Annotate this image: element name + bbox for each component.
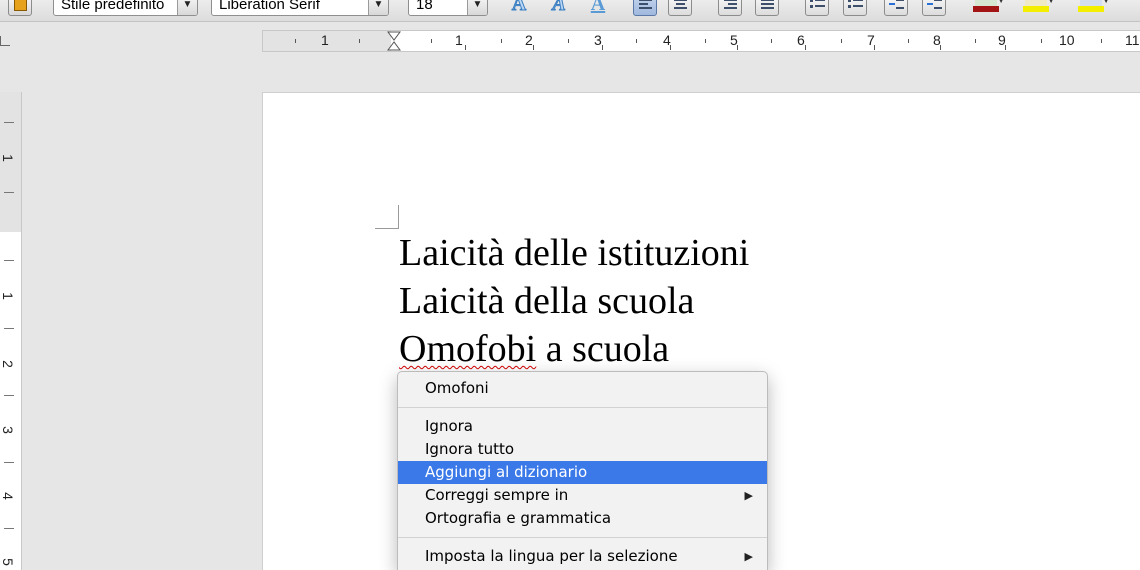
highlight-color-swatch — [1023, 6, 1049, 12]
menu-item-label: Correggi sempre in — [425, 486, 569, 504]
shadow-font-button[interactable]: A — [547, 0, 571, 15]
align-right-button[interactable] — [718, 0, 742, 16]
outline-font-icon: A — [511, 0, 527, 15]
bulleted-list-button[interactable] — [843, 0, 867, 16]
vruler-number: 1 — [0, 154, 16, 162]
vruler-number: 3 — [0, 426, 16, 434]
background-color-swatch — [1078, 6, 1104, 12]
menu-item-spelling-grammar[interactable]: Ortografia e grammatica — [398, 507, 767, 530]
ruler-number: 1 — [455, 32, 463, 48]
ruler-number: 1 — [321, 32, 329, 48]
formatting-toolbar: Stile predefinito ▼ Liberation Serif ▼ 1… — [0, 0, 1140, 22]
align-left-button[interactable] — [633, 0, 657, 16]
menu-separator — [398, 537, 767, 538]
background-color-button[interactable]: ▼ — [1078, 0, 1110, 16]
menu-item-label: Imposta la lingua per la selezione — [425, 547, 678, 565]
document-line[interactable]: Laicità delle istituzioni — [399, 231, 749, 275]
highlight-color-button[interactable]: ▼ — [1023, 0, 1055, 16]
ruler-number: 6 — [797, 32, 805, 48]
document-line[interactable]: Laicità della scuola — [399, 279, 694, 323]
menu-item-add-to-dictionary[interactable]: Aggiungi al dizionario — [398, 461, 767, 484]
outline-font-button[interactable]: A — [507, 0, 531, 15]
shadow-font-icon: A — [552, 0, 566, 15]
document-line[interactable]: Omofobi a scuola — [399, 327, 669, 371]
menu-item-always-correct[interactable]: Correggi sempre in ▶ — [398, 484, 767, 507]
underline-font-icon: A — [590, 0, 606, 15]
vruler-number: 2 — [0, 360, 16, 368]
vruler-number: 5 — [0, 558, 16, 566]
menu-item-label: Ignora tutto — [425, 440, 515, 458]
horizontal-ruler[interactable]: 1 1 2 3 4 5 6 7 8 9 10 11 — [262, 30, 1140, 52]
spellcheck-context-menu: Omofoni Ignora Ignora tutto Aggiungi al … — [397, 371, 768, 570]
menu-separator — [398, 407, 767, 408]
paragraph-style-combo[interactable]: Stile predefinito ▼ — [53, 0, 198, 16]
chevron-down-icon[interactable]: ▼ — [1102, 0, 1110, 5]
menu-item-label: Aggiungi al dizionario — [425, 463, 588, 481]
font-color-swatch — [973, 6, 999, 12]
vruler-number: 4 — [0, 492, 16, 500]
ruler-area: 1 1 2 3 4 5 6 7 8 9 10 11 — [0, 22, 1140, 60]
font-size-value: 18 — [416, 0, 433, 13]
paragraph-style-value: Stile predefinito — [61, 0, 165, 13]
menu-item-ignore[interactable]: Ignora — [398, 415, 767, 438]
menu-item-set-language-selection[interactable]: Imposta la lingua per la selezione ▶ — [398, 545, 767, 568]
submenu-arrow-icon: ▶ — [744, 550, 753, 563]
decrease-indent-button[interactable] — [884, 0, 908, 16]
styles-icon — [14, 0, 27, 11]
vruler-number: 1 — [0, 292, 16, 300]
font-size-combo[interactable]: 18 ▼ — [408, 0, 488, 16]
chevron-down-icon[interactable]: ▼ — [1047, 0, 1055, 5]
tab-stop-selector[interactable] — [0, 36, 10, 46]
submenu-arrow-icon: ▶ — [744, 489, 753, 502]
misspelled-word[interactable]: Omofobi — [399, 328, 536, 370]
text-boundary-mark — [375, 205, 399, 229]
align-center-button[interactable] — [668, 0, 692, 16]
chevron-down-icon[interactable]: ▼ — [997, 0, 1005, 5]
underline-font-button[interactable]: A — [586, 0, 610, 15]
menu-item-label: Omofoni — [425, 379, 489, 397]
chevron-down-icon[interactable]: ▼ — [177, 0, 197, 15]
increase-indent-button[interactable] — [922, 0, 946, 16]
ruler-number: 3 — [594, 32, 602, 48]
numbered-list-button[interactable] — [805, 0, 829, 16]
menu-item-ignore-all[interactable]: Ignora tutto — [398, 438, 767, 461]
styles-button[interactable] — [8, 0, 32, 16]
ruler-number: 2 — [525, 32, 533, 48]
font-name-combo[interactable]: Liberation Serif ▼ — [211, 0, 389, 16]
menu-item-label: Ignora — [425, 417, 473, 435]
chevron-down-icon[interactable]: ▼ — [467, 0, 487, 15]
chevron-down-icon[interactable]: ▼ — [368, 0, 388, 15]
indent-marker-icon[interactable] — [387, 31, 401, 51]
ruler-number: 11 — [1125, 32, 1140, 48]
justify-button[interactable] — [755, 0, 779, 16]
menu-item-suggestion[interactable]: Omofoni — [398, 377, 767, 400]
font-color-button[interactable]: ▼ — [973, 0, 1005, 16]
font-name-value: Liberation Serif — [219, 0, 320, 13]
ruler-number: 10 — [1059, 32, 1075, 48]
document-text[interactable]: a scuola — [536, 328, 669, 370]
vertical-ruler[interactable]: 1 1 2 3 4 5 — [0, 92, 22, 570]
menu-item-label: Ortografia e grammatica — [425, 509, 612, 527]
